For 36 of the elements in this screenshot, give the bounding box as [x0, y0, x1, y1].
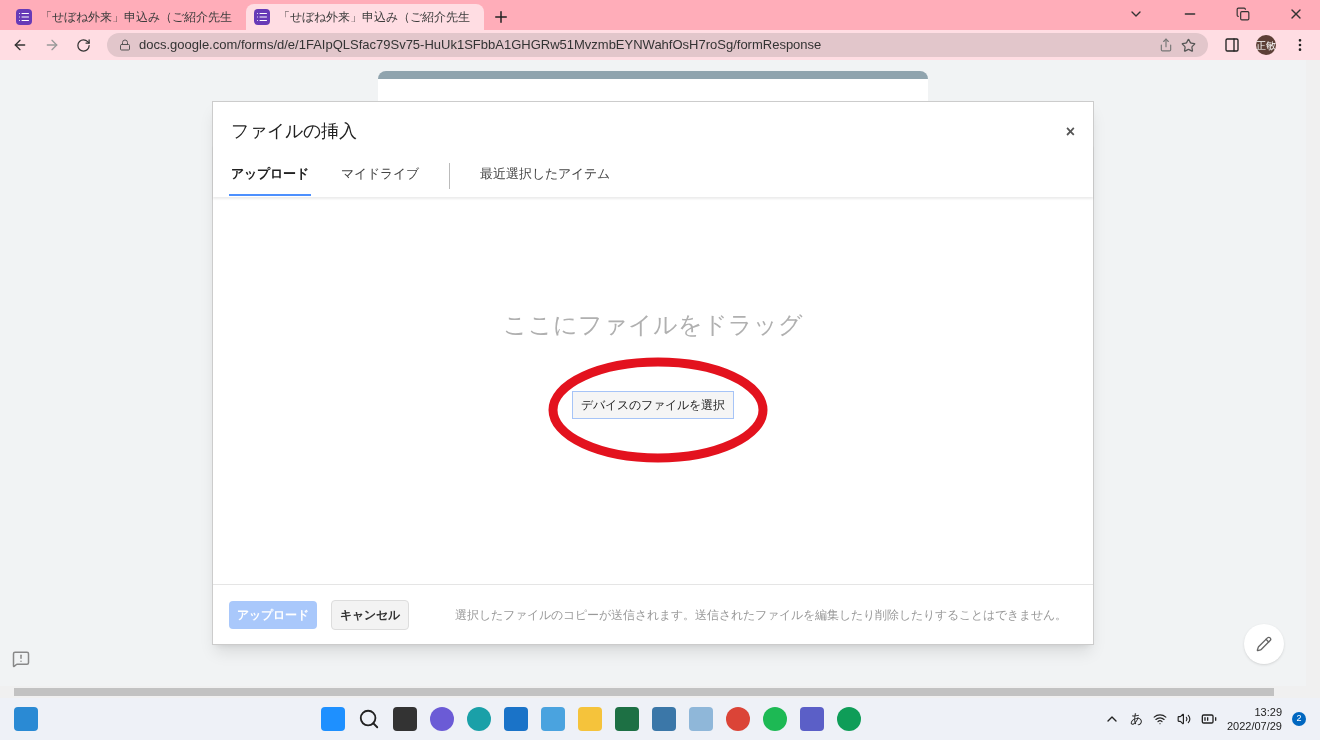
drop-hint: ここにファイルをドラッグ [503, 310, 803, 340]
side-panel-icon[interactable] [1224, 37, 1240, 53]
select-file-button[interactable]: デバイスのファイルを選択 [572, 391, 734, 419]
forms-icon [16, 9, 32, 25]
notification-badge[interactable]: 2 [1292, 712, 1306, 726]
tab-title: 「せぼね外来」申込み（ご紹介先生 [40, 9, 232, 26]
reload-icon[interactable] [76, 37, 91, 53]
volume-icon[interactable] [1176, 712, 1191, 726]
dialog-tab[interactable]: マイドライブ [339, 164, 421, 196]
clock-time[interactable]: 13:29 [1254, 705, 1282, 719]
footer-note: 選択したファイルのコピーが送信されます。送信されたファイルを編集したり削除したりすることはできません。 [455, 606, 1068, 624]
pencil-icon [1256, 636, 1272, 652]
restore-icon[interactable] [1236, 7, 1250, 21]
battery-icon[interactable] [1200, 711, 1217, 727]
wifi-icon[interactable] [1152, 712, 1167, 726]
dialog-tab[interactable]: 最近選択したアイテム [478, 164, 612, 196]
search-icon[interactable] [357, 708, 380, 730]
back-icon[interactable] [12, 37, 28, 53]
ime-indicator[interactable]: あ [1129, 709, 1143, 729]
address-bar[interactable]: docs.google.com/forms/d/e/1FAIpQLSfac79Sv75-HuUk1SFbbA1GHGRw51MvzmbEYNWahfOsH7roSg/formResponse [107, 33, 1208, 57]
share-icon[interactable] [1159, 38, 1173, 52]
forms-icon [254, 9, 270, 25]
dialog-title: ファイルの挿入 [231, 120, 357, 143]
bookmark-star-icon[interactable] [1181, 37, 1196, 53]
dialog-tab[interactable]: アップロード [229, 164, 311, 196]
cancel-button[interactable]: キャンセル [331, 599, 409, 630]
new-tab-icon[interactable] [492, 8, 510, 26]
url-text: docs.google.com/forms/d/e/1FAIpQLSfac79Sv75-HuUk1SFbbA1GHGRw51MvzmbEYNWahfOsH7roSg/formResponse [139, 36, 823, 55]
feedback-icon[interactable] [12, 650, 30, 668]
profile-avatar[interactable]: 正敏 [1256, 35, 1276, 55]
close-button[interactable]: × [1065, 119, 1075, 144]
lock-icon [119, 39, 131, 51]
browser-tab[interactable]: 「せぼね外来」申込み（ご紹介先生 [246, 4, 484, 30]
tab-title: 「せぼね外来」申込み（ご紹介先生 [278, 9, 470, 26]
edit-fab[interactable] [1244, 624, 1284, 664]
clock-date[interactable]: 2022/07/29 [1226, 719, 1282, 733]
